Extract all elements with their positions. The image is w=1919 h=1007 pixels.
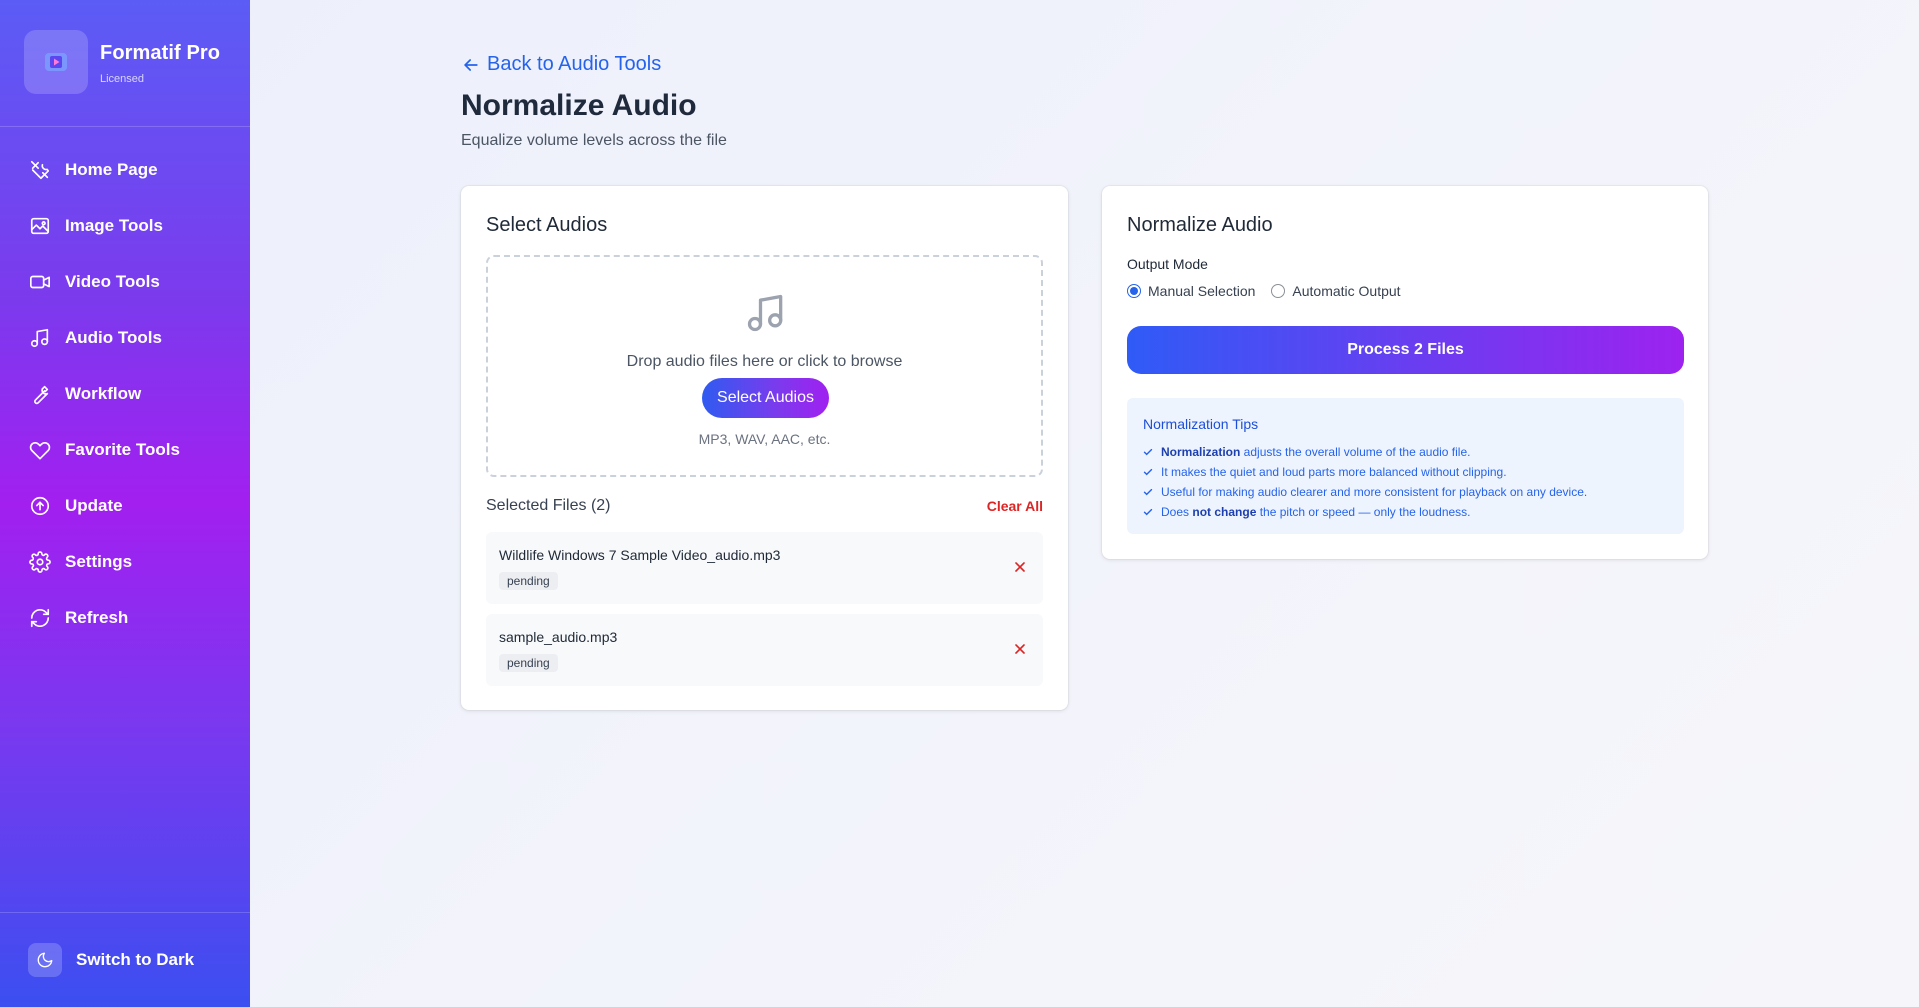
list-item: sample_audio.mp3 pending [486, 614, 1043, 686]
music-note-icon [747, 294, 783, 332]
check-icon [1143, 508, 1153, 516]
select-audios-card: Select Audios Drop audio files here or c… [461, 186, 1068, 710]
sidebar-item-refresh[interactable]: Refresh [0, 590, 250, 646]
supported-formats: MP3, WAV, AAC, etc. [698, 431, 831, 447]
back-link-label: Back to Audio Tools [487, 53, 662, 75]
remove-file-button[interactable] [1011, 558, 1029, 576]
tip-bold: Normalization [1161, 445, 1241, 459]
music-icon [30, 328, 49, 348]
check-icon [1143, 468, 1153, 476]
list-item: Normalization adjusts the overall volume… [1143, 442, 1587, 462]
dropzone-text: Drop audio files here or click to browse [626, 353, 903, 370]
back-to-audio-tools-link[interactable]: Back to Audio Tools [461, 53, 661, 76]
radio-label: Automatic Output [1292, 283, 1401, 299]
theme-toggle-button[interactable]: Switch to Dark [0, 912, 250, 1007]
normalize-settings-card: Normalize Audio Output Mode Manual Selec… [1102, 186, 1708, 559]
sidebar-item-video-tools[interactable]: Video Tools [0, 254, 250, 310]
app-name: Formatif Pro [100, 42, 221, 64]
sidebar-item-home-page[interactable]: Home Page [0, 142, 250, 198]
close-icon [1015, 562, 1025, 572]
output-mode-options: Manual Selection Automatic Output [1127, 283, 1417, 299]
automatic-output-radio[interactable]: Automatic Output [1271, 283, 1401, 299]
selected-files-heading: Selected Files (2) [486, 497, 611, 514]
license-status: Licensed [100, 73, 145, 85]
radio-label: Manual Selection [1148, 283, 1256, 299]
page-title: Normalize Audio [461, 89, 697, 122]
sidebar-item-label: Audio Tools [65, 328, 162, 347]
card-title: Normalize Audio [1127, 214, 1273, 236]
heart-icon [29, 441, 51, 460]
tip-text: Does [1161, 505, 1193, 519]
sidebar-item-audio-tools[interactable]: Audio Tools [0, 310, 250, 366]
list-item: Does not change the pitch or speed — onl… [1143, 502, 1587, 522]
output-mode-label: Output Mode [1127, 256, 1208, 272]
normalization-tips: Normalization Tips Normalization adjusts… [1127, 398, 1684, 534]
radio-checked-icon [1127, 284, 1141, 298]
status-badge: pending [499, 572, 558, 590]
sidebar-item-settings[interactable]: Settings [0, 534, 250, 590]
tips-list: Normalization adjusts the overall volume… [1143, 442, 1587, 522]
video-icon [30, 275, 50, 289]
sidebar-item-favorite-tools[interactable]: Favorite Tools [0, 422, 250, 478]
check-icon [1143, 448, 1153, 456]
sidebar-item-workflow[interactable]: Workflow [0, 366, 250, 422]
tip-text: adjusts the overall volume of the audio … [1240, 445, 1471, 459]
card-title: Select Audios [486, 214, 608, 236]
file-name: Wildlife Windows 7 Sample Video_audio.mp… [499, 547, 781, 563]
tip-text: Useful for making audio clearer and more… [1161, 485, 1588, 499]
audio-dropzone[interactable]: Drop audio files here or click to browse… [486, 255, 1043, 477]
sidebar-item-label: Image Tools [65, 216, 163, 235]
list-item: Wildlife Windows 7 Sample Video_audio.mp… [486, 532, 1043, 604]
process-files-button[interactable]: Process 2 Files [1127, 326, 1684, 374]
brand: Formatif Pro Licensed [0, 0, 250, 127]
wrench-icon [34, 385, 49, 405]
sidebar-item-label: Video Tools [65, 272, 160, 291]
sidebar-item-label: Workflow [65, 384, 142, 403]
app-logo-icon [24, 30, 88, 94]
sidebar-item-label: Refresh [65, 608, 129, 627]
sidebar: Formatif Pro Licensed Home Page Image To… [0, 0, 250, 1007]
manual-selection-radio[interactable]: Manual Selection [1127, 283, 1255, 299]
file-name: sample_audio.mp3 [499, 629, 618, 645]
clear-all-button[interactable]: Clear All [987, 498, 1043, 514]
select-audios-button[interactable]: Select Audios [702, 378, 829, 418]
image-icon [30, 217, 50, 235]
tools-icon [30, 160, 50, 180]
gear-icon [29, 551, 51, 573]
tips-title: Normalization Tips [1143, 416, 1259, 432]
sidebar-item-label: Favorite Tools [65, 440, 180, 459]
sidebar-item-update[interactable]: Update [0, 478, 250, 534]
list-item: It makes the quiet and loud parts more b… [1143, 462, 1587, 482]
refresh-icon [30, 608, 50, 628]
sidebar-item-label: Home Page [65, 160, 158, 179]
sidebar-item-label: Update [65, 496, 123, 515]
moon-icon [28, 943, 62, 977]
sidebar-item-image-tools[interactable]: Image Tools [0, 198, 250, 254]
tip-text: the pitch or speed — only the loudness. [1256, 505, 1471, 519]
tip-bold: not change [1192, 505, 1257, 519]
sidebar-item-label: Settings [65, 552, 133, 571]
tip-text: It makes the quiet and loud parts more b… [1161, 465, 1507, 479]
remove-file-button[interactable] [1011, 640, 1029, 658]
close-icon [1015, 644, 1025, 654]
page-subtitle: Equalize volume levels across the file [461, 132, 727, 149]
sidebar-nav: Home Page Image Tools Video Tools Audio … [0, 142, 250, 646]
arrow-left-icon [464, 58, 478, 71]
status-badge: pending [499, 654, 558, 672]
theme-toggle-label: Switch to Dark [76, 950, 195, 969]
radio-unchecked-icon [1271, 284, 1286, 298]
check-icon [1143, 488, 1153, 496]
upload-icon [30, 496, 50, 516]
list-item: Useful for making audio clearer and more… [1143, 482, 1587, 502]
